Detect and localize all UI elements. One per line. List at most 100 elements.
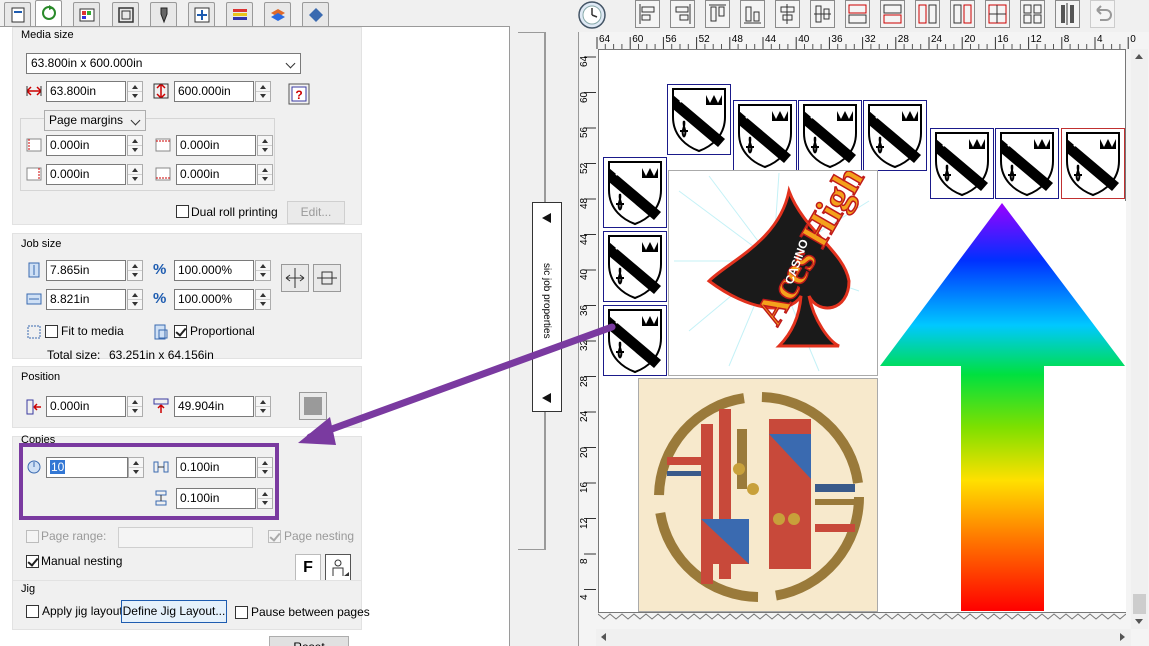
dual-roll-checkbox[interactable]: [176, 205, 189, 218]
top-ruler-label: 8: [1063, 34, 1070, 45]
position-x-spinner[interactable]: [127, 396, 143, 417]
f-button[interactable]: F: [295, 554, 321, 582]
top-ruler-label: 64: [599, 34, 611, 45]
scroll-left-icon[interactable]: [601, 633, 606, 641]
center-vertical-icon: [814, 5, 831, 23]
align-top-button[interactable]: [705, 0, 730, 28]
f-button-label: F: [303, 559, 313, 576]
media-height-field[interactable]: 600.000in: [174, 81, 254, 102]
person-nesting-button[interactable]: [325, 554, 351, 582]
shield-copy[interactable]: [863, 100, 927, 171]
tab-stack[interactable]: [264, 2, 291, 26]
position-y-field[interactable]: 49.904in: [174, 396, 254, 417]
job-height-spinner[interactable]: [127, 260, 143, 281]
align-bottom-button[interactable]: [740, 0, 765, 28]
clock-icon[interactable]: [577, 0, 607, 30]
distribute-right-button[interactable]: [950, 0, 975, 28]
tab-file[interactable]: [73, 2, 100, 26]
reset-button[interactable]: Reset: [269, 636, 349, 646]
align-horizontal-button[interactable]: [281, 264, 309, 292]
margin-top-spinner[interactable]: [257, 135, 273, 156]
media-height-spinner[interactable]: [255, 81, 271, 102]
proportional-checkbox[interactable]: [174, 325, 187, 338]
shield-copy[interactable]: [995, 128, 1059, 199]
distribute-top-button[interactable]: [845, 0, 870, 28]
job-height-percent-field[interactable]: 100.000%: [174, 260, 254, 281]
job-height-field[interactable]: 7.865in: [46, 260, 126, 281]
casino-logo-artwork[interactable]: Aces High CASINO: [668, 158, 878, 376]
media-width-spinner[interactable]: [127, 81, 143, 102]
scroll-right-icon[interactable]: [1120, 633, 1125, 641]
page-range-checkbox[interactable]: [26, 530, 39, 543]
shield-copy[interactable]: [733, 100, 797, 171]
margin-right-spinner[interactable]: [127, 164, 143, 185]
tab-marks[interactable]: [188, 2, 215, 26]
position-x-icon: [26, 399, 41, 415]
horizontal-scrollbar[interactable]: [596, 629, 1131, 646]
center-both-button[interactable]: [1055, 0, 1080, 28]
apply-jig-checkbox[interactable]: [26, 605, 39, 618]
margin-left-field[interactable]: 0.000in: [46, 135, 126, 156]
edit-button[interactable]: Edit...: [287, 201, 345, 224]
margin-left-spinner[interactable]: [127, 135, 143, 156]
media-help-icon[interactable]: ?: [288, 83, 310, 105]
crest-shield-icon: [868, 104, 922, 169]
tab-general[interactable]: [4, 2, 31, 26]
align-left-button[interactable]: [635, 0, 660, 28]
pause-pages-checkbox[interactable]: [235, 606, 248, 619]
media-edge-zigzag: [598, 613, 1126, 620]
page-nesting-checkbox[interactable]: [268, 530, 281, 543]
define-jig-button[interactable]: Define Jig Layout...: [121, 600, 227, 623]
tribal-artwork[interactable]: [638, 378, 878, 612]
align-vertical-button[interactable]: [313, 264, 341, 292]
tab-layout[interactable]: [112, 2, 139, 26]
media-preset-select[interactable]: 63.800in x 600.000in: [26, 53, 301, 74]
vertical-scroll-thumb[interactable]: [1133, 594, 1146, 614]
top-ruler-label: 20: [964, 34, 976, 45]
fit-to-media-checkbox[interactable]: [45, 325, 58, 338]
job-width-percent-spinner[interactable]: [255, 289, 271, 310]
align-right-button[interactable]: [670, 0, 695, 28]
collapse-up-icon[interactable]: [542, 213, 551, 223]
shield-copy[interactable]: [603, 231, 667, 302]
distribute-left-button[interactable]: [915, 0, 940, 28]
margin-top-icon: [155, 138, 171, 152]
tab-color[interactable]: [35, 0, 62, 27]
shield-copy[interactable]: [1061, 128, 1125, 199]
center-vertical-button[interactable]: [810, 0, 835, 28]
job-width-spinner[interactable]: [127, 289, 143, 310]
position-y-spinner[interactable]: [255, 396, 271, 417]
page-margins-value: Page margins: [49, 113, 124, 127]
tab-tile[interactable]: [302, 2, 329, 26]
margin-top-field[interactable]: 0.000in: [176, 135, 256, 156]
page-range-field[interactable]: [118, 527, 253, 548]
space-grid-button[interactable]: [1020, 0, 1045, 28]
distribute-bottom-button[interactable]: [880, 0, 905, 28]
proportional-icon: [154, 324, 168, 340]
vertical-scrollbar[interactable]: [1131, 49, 1148, 629]
scroll-up-icon[interactable]: [1135, 54, 1143, 59]
job-width-percent-field[interactable]: 100.000%: [174, 289, 254, 310]
margin-right-field[interactable]: 0.000in: [46, 164, 126, 185]
rainbow-arrow-artwork[interactable]: [879, 201, 1126, 612]
position-x-field[interactable]: 0.000in: [46, 396, 126, 417]
job-width-field[interactable]: 8.821in: [46, 289, 126, 310]
space-grid-icon: [1023, 4, 1042, 24]
manual-nesting-checkbox[interactable]: [26, 555, 39, 568]
shield-copy[interactable]: [667, 84, 731, 155]
margin-bottom-spinner[interactable]: [257, 164, 273, 185]
top-ruler-label: 28: [897, 34, 909, 45]
tab-pen[interactable]: [150, 2, 177, 26]
shield-copy[interactable]: [603, 157, 667, 228]
undo-button[interactable]: [1090, 0, 1115, 28]
media-width-field[interactable]: 63.800in: [46, 81, 126, 102]
job-height-percent-spinner[interactable]: [255, 260, 271, 281]
shield-copy[interactable]: [798, 100, 862, 171]
tab-strip[interactable]: [226, 2, 253, 26]
space-even-button[interactable]: [985, 0, 1010, 28]
center-horizontal-button[interactable]: [775, 0, 800, 28]
shield-copy[interactable]: [930, 128, 994, 199]
page-margins-select[interactable]: Page margins: [44, 110, 146, 131]
scroll-down-icon[interactable]: [1135, 619, 1143, 624]
margin-bottom-field[interactable]: 0.000in: [176, 164, 256, 185]
